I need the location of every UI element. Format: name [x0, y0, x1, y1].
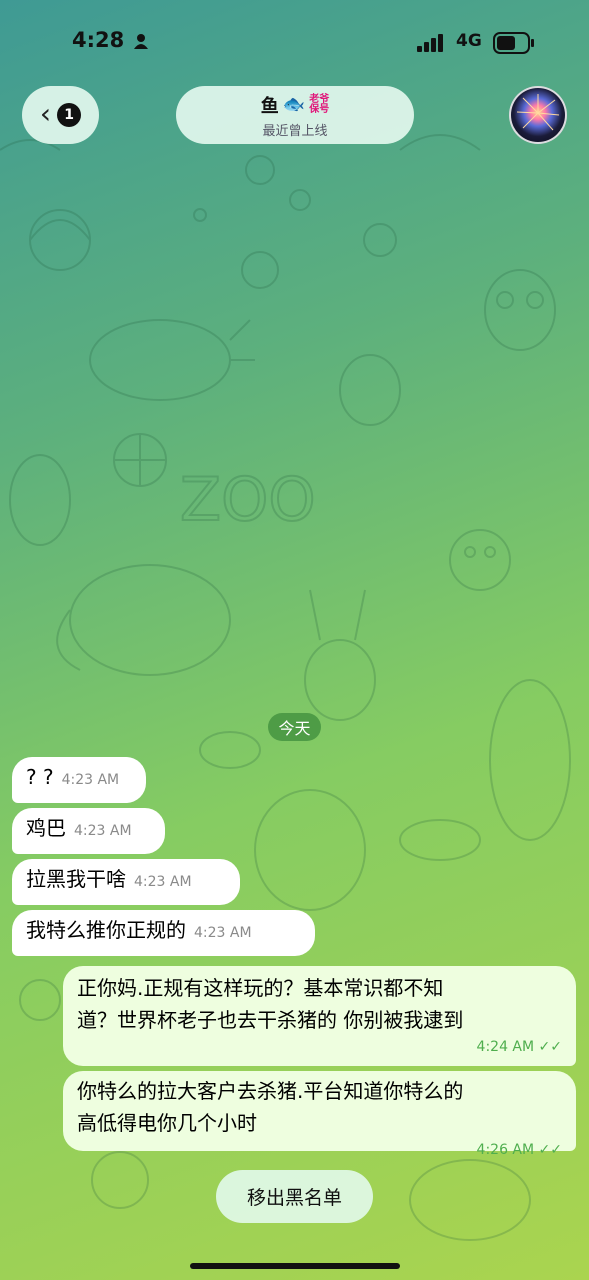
contact-name-row: 鱼 🐟 老爷 保号: [261, 92, 329, 118]
message-text-line: 正你妈.正规有这样玩的？基本常识都不知: [77, 976, 444, 1000]
chevron-left-icon: ‹: [39, 96, 52, 130]
message-text: 鸡巴: [26, 816, 66, 840]
status-time: 4:28: [72, 28, 125, 52]
last-seen-status: 最近曾上线: [262, 123, 328, 139]
fireworks-icon: [516, 94, 560, 131]
message-time: 4:23 AM: [61, 772, 120, 788]
status-bar: 4:28 4G: [0, 0, 589, 80]
message-text: ? ?: [26, 765, 54, 789]
message-time-read: 4:24 AM ✓✓: [476, 1039, 562, 1055]
fish-icon: 🐟: [282, 94, 306, 115]
message-bubble-incoming[interactable]: ? ? 4:23 AM: [12, 757, 146, 803]
message-text-line: 高低得电你几个小时: [77, 1111, 257, 1135]
message-bubble-incoming[interactable]: 鸡巴 4:23 AM: [12, 808, 165, 854]
message-bubble-outgoing[interactable]: 你特么的拉大客户去杀猪.平台知道你特么的 高低得电你几个小时 4:26 AM ✓…: [63, 1071, 576, 1158]
message-text-line: 你特么的拉大客户去杀猪.平台知道你特么的: [77, 1079, 464, 1103]
name-tag-line2: 保号: [309, 103, 330, 115]
battery-icon: [493, 32, 534, 54]
remove-from-blacklist-button[interactable]: 移出黑名单: [216, 1170, 373, 1223]
avatar[interactable]: [509, 86, 567, 144]
back-button[interactable]: ‹ 1: [22, 86, 99, 144]
message-bubble-incoming[interactable]: 拉黑我干啥 4:23 AM: [12, 859, 240, 905]
message-time: 4:23 AM: [134, 874, 192, 890]
message-text-line: 道？世界杯老子也去干杀猪的 你别被我逮到: [77, 1008, 464, 1032]
network-type: 4G: [456, 31, 482, 51]
home-indicator[interactable]: [190, 1263, 400, 1269]
svg-text:ZOO: ZOO: [180, 465, 316, 535]
message-text: 拉黑我干啥: [26, 867, 126, 891]
message-bubble-incoming[interactable]: 我特么推你正规的 4:23 AM: [12, 910, 315, 956]
contact-name: 鱼: [260, 95, 279, 117]
name-tag: 老爷 保号: [309, 93, 330, 115]
message-time: 4:23 AM: [74, 823, 132, 839]
message-text: 我特么推你正规的: [26, 918, 186, 942]
chat-header-info[interactable]: 鱼 🐟 老爷 保号 最近曾上线: [176, 86, 414, 144]
person-icon: [134, 34, 148, 49]
signal-bars-icon: [417, 34, 443, 52]
message-time: 4:23 AM: [194, 925, 252, 941]
name-tag-line1: 老爷: [309, 93, 330, 105]
message-time-read: 4:26 AM ✓✓: [476, 1142, 562, 1158]
unread-count-badge: 1: [57, 103, 82, 127]
message-bubble-outgoing[interactable]: 正你妈.正规有这样玩的？基本常识都不知 道？世界杯老子也去干杀猪的 你别被我逮到…: [63, 966, 576, 1066]
date-chip: 今天: [268, 713, 321, 741]
